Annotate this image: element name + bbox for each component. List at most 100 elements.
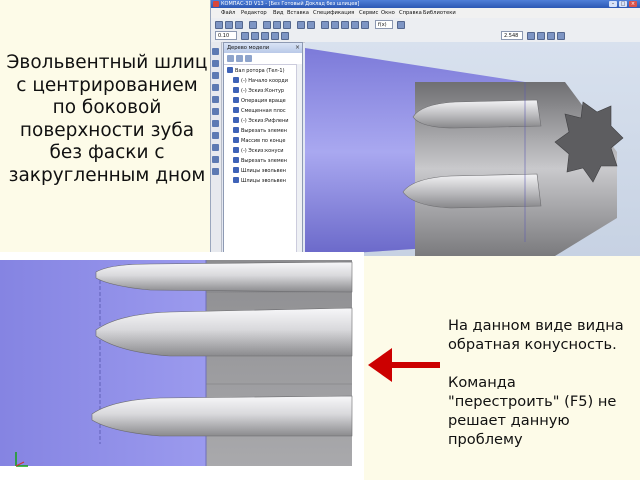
open-file-icon[interactable] xyxy=(225,21,233,29)
title-line: закругленным дном xyxy=(8,164,206,186)
note-line: обратная конусность. xyxy=(448,336,617,353)
tree-item[interactable]: Шлицы эвольвен xyxy=(233,177,286,185)
tree-item[interactable]: Операция враще xyxy=(233,97,286,105)
pan-icon[interactable] xyxy=(261,32,269,40)
perspective-icon[interactable] xyxy=(557,32,565,40)
sheet-metal-icon[interactable] xyxy=(212,156,219,163)
menu-file[interactable]: Файл xyxy=(221,8,235,18)
note-line: решает данную xyxy=(448,412,570,429)
help-icon[interactable] xyxy=(361,21,369,29)
variables-icon[interactable] xyxy=(331,21,339,29)
model-tree-header: Дерево модели × xyxy=(224,43,302,53)
menu-insert[interactable]: Вставка xyxy=(287,8,309,18)
title-line: по боковой xyxy=(52,97,162,119)
zoom-window-icon[interactable] xyxy=(271,32,279,40)
copy-icon[interactable] xyxy=(273,21,281,29)
menu-bar: Файл Редактор Вид Вставка Спецификация С… xyxy=(211,8,640,18)
tree-item[interactable]: (-) Начало коорди xyxy=(233,77,288,85)
tree-item[interactable]: Вал ротора (Тел-1) xyxy=(227,67,285,75)
note-line: Команда xyxy=(448,374,516,391)
designations-icon[interactable] xyxy=(212,144,219,151)
sketch-icon xyxy=(233,147,239,153)
array-icon xyxy=(233,137,239,143)
model-tree-title: Дерево модели xyxy=(227,45,270,51)
explanation-note: На данном виде видна обратная конусность… xyxy=(448,316,638,449)
redo-icon[interactable] xyxy=(307,21,315,29)
spec-icon[interactable] xyxy=(212,120,219,127)
shaded-icon[interactable] xyxy=(527,32,535,40)
auxiliary-geometry-icon[interactable] xyxy=(212,84,219,91)
note-line: На данном виде видна xyxy=(448,317,624,334)
window-titlebar[interactable]: КОМПАС-3D V13 - [Без Готовый Доклад без … xyxy=(211,0,640,8)
tree-item[interactable]: (-) Эскиз:конуси xyxy=(233,147,283,155)
hidden-lines-icon[interactable] xyxy=(547,32,555,40)
menu-view[interactable]: Вид xyxy=(273,8,284,18)
red-arrow-icon xyxy=(368,348,440,382)
new-file-icon[interactable] xyxy=(215,21,223,29)
manager-icon[interactable] xyxy=(341,21,349,29)
fx-button[interactable]: f(x) xyxy=(375,20,393,29)
title-line: поверхности зуба xyxy=(19,119,195,141)
spline-icon xyxy=(233,167,239,173)
spline-icon xyxy=(233,177,239,183)
close-icon[interactable]: × xyxy=(295,44,300,52)
reports-icon[interactable] xyxy=(212,132,219,139)
tree-item[interactable]: Массив по конце xyxy=(233,137,285,145)
tree-mode-icon[interactable] xyxy=(227,55,234,62)
orientation-icon[interactable] xyxy=(241,32,249,40)
note-line: "перестроить" (F5) не xyxy=(448,393,617,410)
sketch-icon xyxy=(233,87,239,93)
surfaces-icon[interactable] xyxy=(212,168,219,175)
arrays-icon[interactable] xyxy=(212,72,219,79)
tree-item[interactable]: Смещенная плос xyxy=(233,107,286,115)
zoom-icon[interactable] xyxy=(281,32,289,40)
geometry-icon[interactable] xyxy=(212,48,219,55)
menu-service[interactable]: Сервис xyxy=(359,8,378,18)
library-icon[interactable] xyxy=(351,21,359,29)
menu-edit[interactable]: Редактор xyxy=(241,8,267,18)
paste-icon[interactable] xyxy=(283,21,291,29)
minimize-icon[interactable]: – xyxy=(609,1,617,7)
app-icon xyxy=(213,1,219,7)
tree-scrollbar[interactable] xyxy=(296,64,302,254)
tree-item[interactable]: (-) Эскиз:Рифлени xyxy=(233,117,288,125)
tree-item[interactable]: Шлицы эвольвен xyxy=(233,167,286,175)
properties-icon[interactable] xyxy=(321,21,329,29)
cut-extrude-icon xyxy=(233,157,239,163)
measure-icon[interactable] xyxy=(212,96,219,103)
scale-field[interactable]: 0.10 xyxy=(215,31,237,40)
menu-libraries[interactable]: Библиотеки xyxy=(423,8,456,18)
sketch-icon xyxy=(233,117,239,123)
undo-icon[interactable] xyxy=(297,21,305,29)
spline-shaft-3d-view xyxy=(305,48,624,256)
part-icon xyxy=(227,67,233,73)
filter-icon[interactable] xyxy=(212,108,219,115)
save-icon[interactable] xyxy=(235,21,243,29)
zoom-field[interactable]: 2.548 xyxy=(501,31,523,40)
wireframe-icon[interactable] xyxy=(537,32,545,40)
title-line: с центрированием xyxy=(16,74,198,96)
cut-icon[interactable] xyxy=(263,21,271,29)
menu-window[interactable]: Окно xyxy=(381,8,395,18)
menu-specification[interactable]: Спецификация xyxy=(313,8,354,18)
tree-item[interactable]: Вырезать элемен xyxy=(233,127,287,135)
model-tree-panel: Дерево модели × Вал ротора (Тел-1) (-) Н… xyxy=(223,42,303,256)
plane-icon xyxy=(233,107,239,113)
tree-item[interactable]: Вырезать элемен xyxy=(233,157,287,165)
edit-details-icon[interactable] xyxy=(212,60,219,67)
model-viewport[interactable] xyxy=(305,42,640,256)
menu-help[interactable]: Справка xyxy=(399,8,422,18)
title-line: Эвольвентный шлиц xyxy=(6,52,208,73)
kompas-window: КОМПАС-3D V13 - [Без Готовый Доклад без … xyxy=(210,0,640,256)
close-icon[interactable]: × xyxy=(629,1,637,7)
rotate-icon[interactable] xyxy=(251,32,259,40)
tree-structure-icon[interactable] xyxy=(236,55,243,62)
print-icon[interactable] xyxy=(249,21,257,29)
rebuild-icon[interactable] xyxy=(397,21,405,29)
tree-item[interactable]: (-) Эскиз:Контур xyxy=(233,87,284,95)
tree-sort-icon[interactable] xyxy=(245,55,252,62)
maximize-icon[interactable]: □ xyxy=(619,1,627,7)
slide-title: Эвольвентный шлиц с центрированием по бо… xyxy=(4,52,210,188)
cut-extrude-icon xyxy=(233,127,239,133)
title-line: без фаски с xyxy=(49,142,165,164)
